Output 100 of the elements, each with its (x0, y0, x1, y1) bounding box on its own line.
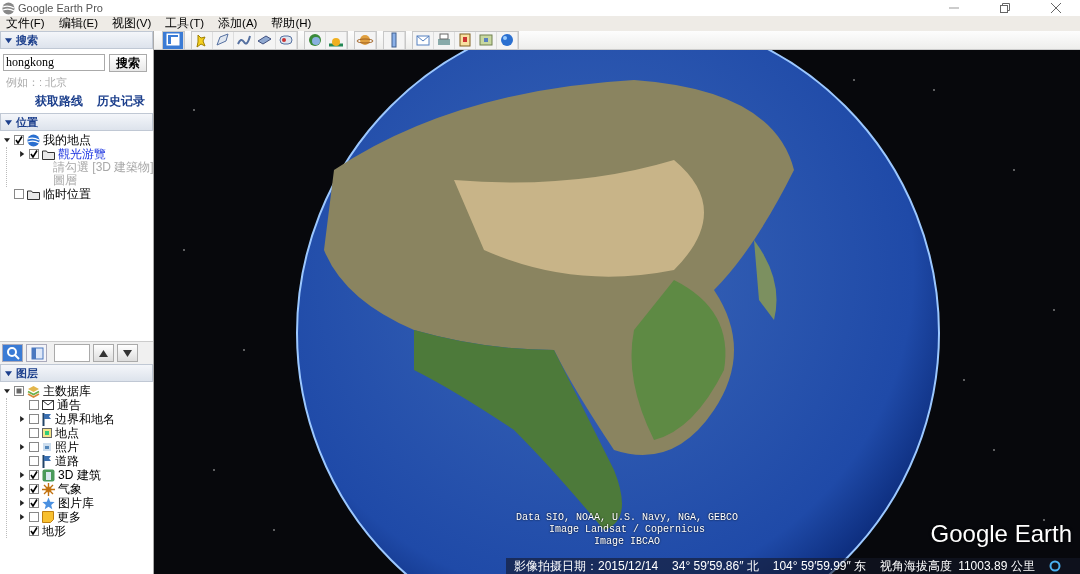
tree-item-label[interactable]: 气象 (58, 482, 82, 496)
checkbox[interactable] (29, 470, 39, 480)
tree-item-label[interactable]: 边界和地名 (55, 412, 115, 426)
layers-stack-icon (27, 384, 40, 398)
panel-title: 图层 (16, 365, 38, 381)
menu-item[interactable]: 添加(A) (218, 16, 258, 31)
tree-item-label[interactable]: 地形 (42, 524, 66, 538)
note-icon (42, 511, 54, 523)
attribution-text: Data SIO, NOAA, U.S. Navy, NGA, GEBCO (516, 512, 739, 524)
checkbox[interactable] (29, 149, 39, 159)
panel-header[interactable]: 搜索 (0, 31, 153, 49)
tree-item-label[interactable]: 图片库 (58, 496, 94, 510)
longitude-text: 104° 59′59.99″ 东 (772, 557, 867, 574)
checkbox[interactable] (29, 456, 39, 466)
panel-header[interactable]: 位置 (0, 113, 153, 131)
down-arrow-icon (123, 349, 132, 357)
menu-item[interactable]: 工具(T) (165, 16, 205, 31)
polygon-icon[interactable] (213, 31, 234, 49)
path-icon[interactable] (234, 31, 255, 49)
checkbox[interactable] (29, 400, 39, 410)
checkbox[interactable] (14, 135, 24, 145)
expand-arrow-icon[interactable] (18, 444, 25, 450)
sunrise-icon[interactable] (326, 31, 347, 49)
panel-title: 搜索 (16, 32, 38, 48)
tree-item-label[interactable]: 更多 (57, 510, 81, 524)
expand-arrow-icon[interactable] (18, 486, 25, 492)
hint-text: 例如：: 北京 (5, 75, 69, 90)
expand-arrow-icon[interactable] (18, 500, 25, 506)
star-icon (42, 496, 55, 510)
collapse-arrow-icon[interactable] (5, 36, 12, 44)
checkbox[interactable] (29, 442, 39, 452)
close-icon[interactable] (1051, 3, 1061, 13)
map-icon[interactable] (476, 31, 497, 49)
window-title: Google Earth Pro (18, 2, 103, 14)
up-button[interactable] (93, 344, 114, 362)
flag-icon (42, 412, 52, 426)
magnifier-icon[interactable] (2, 344, 23, 362)
globe-icon (27, 133, 40, 147)
square-marker-icon (42, 428, 52, 438)
link[interactable]: 获取路线 (35, 93, 83, 110)
menu-item[interactable]: 帮助(H) (271, 16, 312, 31)
tree-item-label[interactable]: 临时位置 (43, 187, 91, 201)
up-arrow-icon (99, 349, 108, 357)
tree-item-label[interactable]: 地点 (55, 426, 79, 440)
image-overlay-icon[interactable] (255, 31, 276, 49)
envelope-icon[interactable] (413, 31, 434, 49)
checkbox[interactable] (29, 428, 39, 438)
folder-icon (27, 188, 40, 200)
link[interactable]: 历史记录 (97, 93, 145, 110)
tree-item-label[interactable]: 照片 (55, 440, 79, 454)
input-field[interactable] (54, 344, 90, 362)
collapse-arrow-icon[interactable] (3, 388, 10, 394)
envelope-icon (42, 400, 54, 410)
checkbox[interactable] (29, 526, 39, 536)
tree-item-label[interactable]: 觀光游覽 (58, 147, 106, 161)
checkbox[interactable] (29, 512, 39, 522)
altitude-label: 视角海拔高度 (880, 557, 953, 574)
latitude-text: 34° 59′59.86″ 北 (672, 557, 759, 574)
logo-text: Google Earth (930, 520, 1072, 548)
checkbox[interactable] (29, 498, 39, 508)
collapse-arrow-icon[interactable] (5, 369, 12, 377)
menu-item[interactable]: 视图(V) (112, 16, 152, 31)
attribution-text: Image Landsat / Copernicus (549, 524, 706, 536)
checkbox[interactable] (29, 414, 39, 424)
note-text: 圖層 (53, 174, 78, 187)
down-button[interactable] (117, 344, 138, 362)
expand-arrow-icon[interactable] (18, 151, 25, 157)
expand-arrow-icon[interactable] (18, 514, 25, 520)
tree-item-label[interactable]: 通告 (57, 398, 81, 412)
checkbox[interactable] (29, 484, 39, 494)
menu-item[interactable]: 编辑(E) (58, 16, 99, 31)
collapse-arrow-icon[interactable] (5, 118, 12, 126)
expand-arrow-icon[interactable] (18, 472, 25, 478)
collapse-arrow-icon[interactable] (3, 137, 10, 143)
tree-item-label[interactable]: 3D 建筑 (58, 468, 101, 482)
attribution-text: Image IBCAO (594, 536, 661, 548)
search-field[interactable]: hongkong (3, 54, 105, 71)
tree-item-label[interactable]: 我的地点 (43, 133, 91, 147)
tour-icon[interactable] (276, 31, 297, 49)
search-button[interactable]: 搜索 (109, 54, 147, 72)
photo-icon (42, 442, 52, 452)
sun-icon (42, 482, 55, 496)
flag-icon (42, 454, 52, 468)
tree-item-label[interactable]: 主数据库 (43, 384, 91, 398)
expand-arrow-icon[interactable] (18, 416, 25, 422)
checkbox[interactable] (14, 386, 24, 396)
panel-icon[interactable] (26, 344, 47, 362)
altitude-value: 11003.89 公里 (958, 557, 1035, 574)
planet-icon[interactable] (355, 31, 376, 49)
ring-icon (1048, 560, 1061, 572)
menu-item[interactable]: 文件(F) (6, 16, 45, 31)
restore-icon[interactable] (1000, 3, 1010, 13)
panel-title: 位置 (16, 114, 38, 130)
note-text: 請勾選 [3D 建築物] (53, 161, 153, 174)
building-icon (42, 468, 55, 482)
checkbox[interactable] (14, 189, 24, 199)
sidebar-icon[interactable] (163, 31, 184, 49)
folder-icon (42, 148, 55, 160)
panel-header[interactable]: 图层 (0, 364, 153, 382)
tree-item-label[interactable]: 道路 (55, 454, 79, 468)
